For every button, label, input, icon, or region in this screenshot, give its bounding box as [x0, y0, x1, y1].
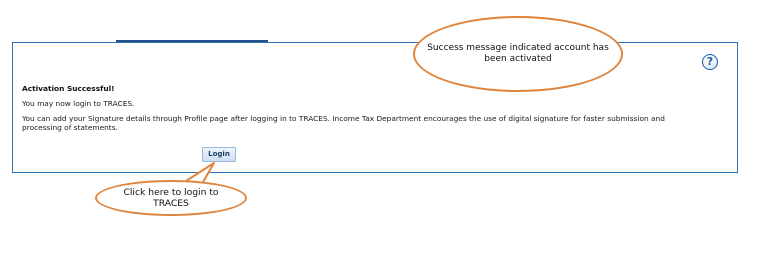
activation-title: Activation Successful!: [22, 84, 115, 93]
login-callout: Click here to login to TRACES: [95, 180, 247, 216]
login-button[interactable]: Login: [202, 147, 236, 162]
page: ? Activation Successful! You may now log…: [0, 0, 768, 260]
success-callout-text: Success message indicated account has be…: [427, 42, 609, 65]
signature-info-text: You can add your Signature details throu…: [22, 114, 665, 132]
question-mark-icon[interactable]: ?: [702, 54, 718, 70]
login-callout-text: Click here to login to TRACES: [123, 186, 219, 210]
success-callout: Success message indicated account has be…: [413, 16, 623, 92]
login-info-text: You may now login to TRACES.: [22, 99, 135, 108]
